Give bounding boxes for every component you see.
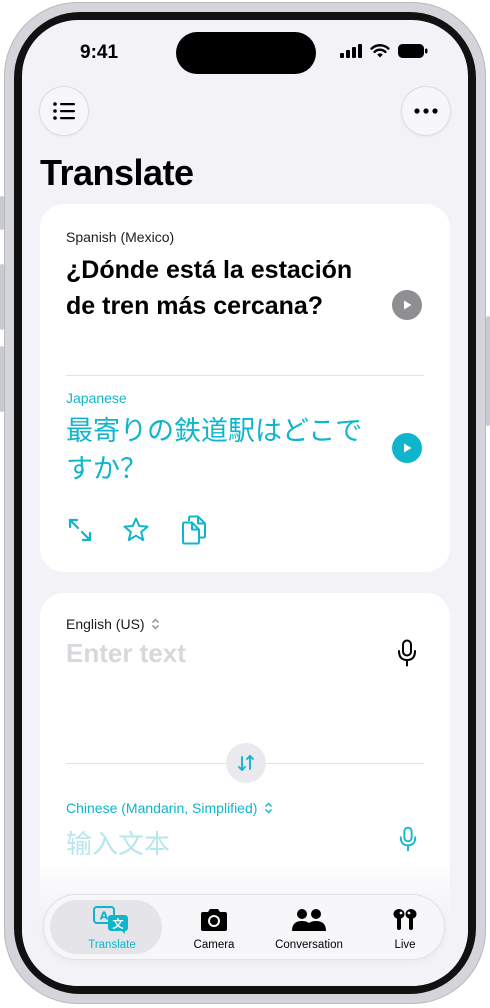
action-button: [0, 196, 4, 230]
microphone-icon: [398, 639, 416, 667]
more-options-button[interactable]: [402, 87, 450, 135]
page-title: Translate: [40, 152, 194, 193]
favorite-button[interactable]: [122, 516, 150, 544]
status-icons: [340, 44, 428, 58]
power-button: [486, 316, 490, 426]
source-text[interactable]: ¿Dónde está la estación de tren más cerc…: [66, 252, 386, 324]
target-language-label: Japanese: [66, 390, 127, 406]
copy-icon: [182, 515, 206, 545]
source-language-label: Spanish (Mexico): [66, 229, 175, 245]
translate-icon: A 文: [56, 905, 168, 935]
fullscreen-button[interactable]: [66, 516, 94, 544]
play-icon: [404, 300, 412, 310]
tab-translate-label: Translate: [88, 939, 136, 951]
card-divider: [66, 375, 424, 376]
tab-live-label: Live: [394, 939, 416, 951]
volume-up-button: [0, 264, 4, 330]
cellular-signal-icon: [340, 44, 362, 58]
source-mic-button[interactable]: [396, 639, 420, 669]
copy-button[interactable]: [180, 515, 208, 545]
airpods-icon: [355, 905, 455, 935]
tab-camera[interactable]: Camera: [164, 895, 264, 959]
tab-live[interactable]: Live: [355, 895, 455, 959]
source-language-picker[interactable]: English (US): [66, 616, 160, 632]
translation-card: Spanish (Mexico) ¿Dónde está la estación…: [40, 204, 450, 572]
camera-icon: [164, 905, 264, 935]
chevron-up-down-icon: [265, 802, 273, 814]
play-source-button[interactable]: [392, 290, 422, 320]
swap-arrows-icon: [238, 755, 254, 771]
target-language-picker[interactable]: Chinese (Mandarin, Simplified): [66, 800, 273, 816]
tab-conversation-label: Conversation: [275, 939, 343, 951]
list-icon: [53, 102, 75, 120]
expand-icon: [68, 518, 92, 542]
tab-conversation[interactable]: Conversation: [259, 895, 359, 959]
tab-bar: A 文 Translate Camera Conversation Live: [44, 895, 444, 959]
tab-translate[interactable]: A 文 Translate: [44, 895, 168, 959]
translated-text[interactable]: 最寄りの鉄道駅はどこですか？: [66, 412, 366, 488]
play-translation-button[interactable]: [392, 433, 422, 463]
ellipsis-icon: [414, 108, 438, 114]
status-time: 9:41: [80, 42, 119, 63]
svg-text:A: A: [100, 910, 109, 923]
target-mic-button[interactable]: [398, 825, 422, 855]
battery-icon: [398, 44, 428, 58]
source-language-picker-label: English (US): [66, 616, 145, 632]
history-list-button[interactable]: [40, 87, 88, 135]
chevron-up-down-icon: [152, 618, 160, 630]
tab-camera-label: Camera: [193, 939, 235, 951]
svg-text:文: 文: [113, 917, 125, 931]
volume-down-button: [0, 346, 4, 412]
target-language-picker-label: Chinese (Mandarin, Simplified): [66, 800, 258, 816]
screen: 9:41 Translate Spanish (Mexico) ¿Dónde e…: [22, 20, 468, 986]
star-icon: [123, 517, 149, 541]
wifi-icon: [370, 44, 390, 58]
source-text-input[interactable]: Enter text: [66, 638, 186, 669]
people-icon: [259, 905, 359, 935]
microphone-icon: [399, 826, 417, 852]
dynamic-island: [176, 32, 316, 74]
swap-languages-button[interactable]: [226, 743, 266, 783]
play-icon: [404, 443, 412, 453]
